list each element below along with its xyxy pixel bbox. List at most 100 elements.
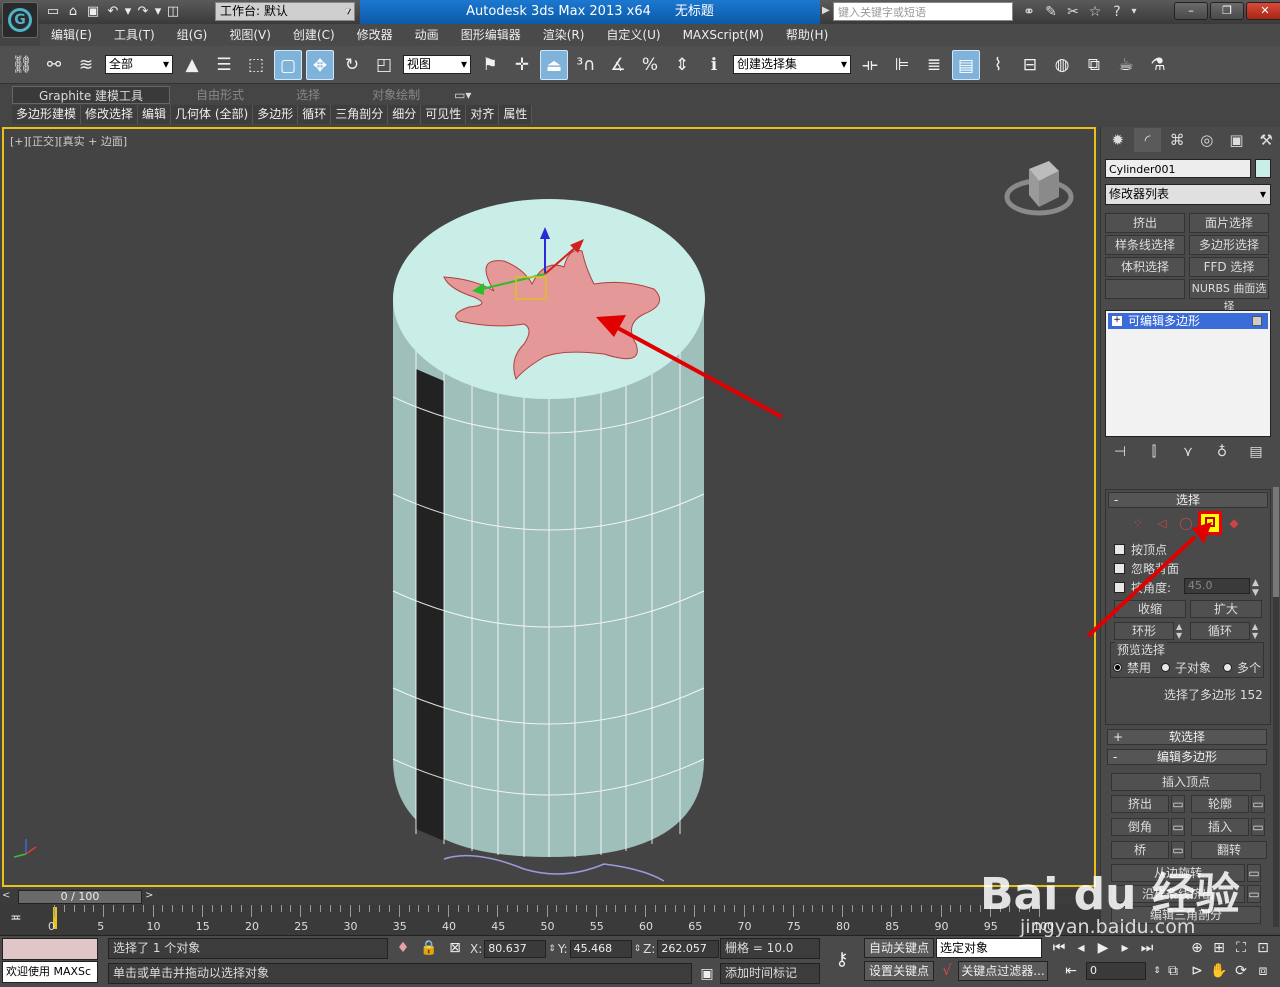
command-panel-scrollbar[interactable] — [1273, 487, 1279, 927]
y-coordinate-field[interactable]: 45.468 — [569, 940, 632, 958]
select-and-scale-icon[interactable]: ◰ — [370, 50, 398, 80]
menu-maxscript[interactable]: MAXScript(M) — [672, 24, 775, 46]
edit-named-selection-icon[interactable]: ℹ — [700, 50, 728, 80]
menu-group[interactable]: 组(G) — [166, 24, 219, 46]
zoom-all-icon[interactable]: ⊞ — [1208, 938, 1230, 958]
menu-create[interactable]: 创建(C) — [282, 24, 346, 46]
menu-edit[interactable]: 编辑(E) — [40, 24, 103, 46]
select-object-icon[interactable]: ▲ — [178, 50, 206, 80]
play-icon[interactable]: ▶ — [1092, 938, 1114, 958]
select-and-rotate-icon[interactable]: ↻ — [338, 50, 366, 80]
soft-selection-rollout-header[interactable]: + 软选择 — [1107, 729, 1267, 745]
snaps-toggle-icon[interactable]: ³∩ — [572, 50, 600, 80]
key-filters-button[interactable]: 关键点过滤器... — [958, 961, 1048, 981]
mirror-icon[interactable]: ⟛ — [856, 50, 884, 80]
help-icon[interactable]: ? — [1106, 2, 1128, 22]
select-and-link-icon[interactable]: ⛓ — [8, 50, 36, 80]
poly-select-button[interactable]: 多边形选择 — [1189, 235, 1269, 255]
window-crossing-icon[interactable]: ▢ — [274, 49, 302, 80]
make-unique-icon[interactable]: ⋎ — [1173, 444, 1203, 460]
schematic-view-icon[interactable]: ⊟ — [1016, 50, 1044, 80]
menu-rendering[interactable]: 渲染(R) — [532, 24, 596, 46]
render-setup-icon[interactable]: ⧉ — [1080, 50, 1108, 80]
bevel-button[interactable]: 倒角 — [1111, 818, 1169, 836]
volume-select-button[interactable]: 体积选择 — [1105, 257, 1185, 277]
bridge-button[interactable]: 桥 — [1111, 841, 1169, 859]
empty-modifier-button[interactable] — [1105, 279, 1185, 299]
extrude-along-spline-button[interactable]: 沿样条线挤出 — [1111, 885, 1245, 903]
prev-frame-icon[interactable]: < — [2, 890, 10, 901]
time-slider-handle[interactable]: 0 / 100 — [18, 890, 142, 904]
isolate-selection-icon[interactable]: ♦ — [392, 938, 414, 958]
perspective-viewport[interactable]: [+][正交][真实 + 边面] — [2, 127, 1096, 887]
tab-freeform[interactable]: 自由形式 — [170, 86, 270, 104]
menu-help[interactable]: 帮助(H) — [775, 24, 839, 46]
previous-frame-icon[interactable]: ◂ — [1070, 938, 1092, 958]
panel-polygons[interactable]: 多边形 — [253, 105, 299, 124]
panel-loops[interactable]: 循环 — [298, 105, 332, 124]
inset-settings-icon[interactable]: ▭ — [1251, 818, 1265, 836]
next-frame-icon[interactable]: > — [145, 890, 153, 901]
preview-subobject-radio[interactable]: 子对象 — [1161, 659, 1211, 676]
close-button[interactable]: ✕ — [1246, 2, 1280, 20]
new-file-icon[interactable]: ▭ — [44, 3, 62, 21]
pivot-center-icon[interactable]: ⚑ — [476, 50, 504, 80]
x-spinner-icon[interactable]: ⇕ — [548, 944, 556, 954]
orbit-icon[interactable]: ⟳ — [1230, 961, 1252, 981]
subscription-icon[interactable]: ✎ — [1040, 2, 1062, 22]
panel-visibility[interactable]: 可见性 — [421, 105, 467, 124]
configure-sets-icon[interactable]: ▤ — [1241, 444, 1271, 460]
panel-polygon-modeling[interactable]: 多边形建模 — [12, 105, 82, 124]
modifier-toggle-icon[interactable] — [1252, 316, 1262, 326]
minimize-button[interactable]: – — [1174, 2, 1208, 20]
ribbon-options-icon[interactable]: ▭▾ — [446, 86, 479, 104]
redo-dropdown-icon[interactable]: ▾ — [154, 3, 162, 21]
insert-vertex-button[interactable]: 插入顶点 — [1111, 773, 1261, 791]
binoculars-icon[interactable]: ⚭ — [1018, 2, 1040, 22]
extrude-button[interactable]: 挤出 — [1111, 795, 1169, 813]
track-bar[interactable]: ≖ 0 5 10 15 20 25 30 35 40 45 50 55 60 65 70 75 80 85 90 95… — [0, 905, 1100, 935]
curve-editor-icon[interactable]: ⌇ — [984, 50, 1012, 80]
preview-off-radio[interactable]: 禁用 — [1113, 659, 1151, 676]
maximize-viewport-icon[interactable]: ⧈ — [1252, 961, 1274, 981]
layer-manager-icon[interactable]: ≣ — [920, 50, 948, 80]
project-folder-icon[interactable]: ◫ — [164, 3, 182, 21]
hinge-from-edge-button[interactable]: 从边旋转 — [1111, 864, 1245, 882]
selection-filter-dropdown[interactable]: 全部 — [105, 55, 173, 74]
selection-rollout-header[interactable]: - 选择 — [1108, 492, 1268, 508]
set-key-mode-icon[interactable]: ⚷ — [828, 950, 856, 970]
unlink-selection-icon[interactable]: ⚯ — [40, 50, 68, 80]
percent-snap-icon[interactable]: % — [636, 50, 664, 80]
tab-selection[interactable]: 选择 — [270, 86, 346, 104]
utilities-tab-icon[interactable]: ⚒ — [1252, 128, 1280, 152]
y-spinner-icon[interactable]: ⇕ — [634, 944, 642, 954]
reference-coordinate-dropdown[interactable]: 视图 — [403, 55, 471, 74]
panel-modify-selection[interactable]: 修改选择 — [81, 105, 139, 124]
ffd-select-button[interactable]: FFD 选择 — [1189, 257, 1269, 277]
absolute-mode-icon[interactable]: ⊠ — [444, 938, 466, 958]
display-tab-icon[interactable]: ▣ — [1223, 128, 1251, 152]
x-coordinate-field[interactable]: 80.637 — [484, 940, 547, 958]
field-of-view-icon[interactable]: ⊳ — [1186, 961, 1208, 981]
edit-triangulation-button[interactable]: 编辑三角剖分 — [1111, 906, 1261, 924]
maxscript-welcome-text[interactable]: 欢迎使用 MAXSc — [2, 961, 98, 983]
angle-spinner-arrows[interactable]: ▲ ▼ — [1252, 578, 1259, 598]
viewcube-icon[interactable] — [1004, 161, 1074, 216]
align-icon[interactable]: ⊫ — [888, 50, 916, 80]
menu-modifiers[interactable]: 修改器 — [346, 24, 404, 46]
loop-spinner-arrows[interactable]: ▲ ▼ — [1252, 622, 1258, 640]
extrude-modifier-button[interactable]: 挤出 — [1105, 213, 1185, 233]
workspace-dropdown[interactable]: 工作台: 默认 — [215, 2, 355, 21]
auto-key-button[interactable]: 自动关键点 — [864, 938, 934, 958]
menu-tools[interactable]: 工具(T) — [103, 24, 166, 46]
help-dropdown-icon[interactable]: ▾ — [1128, 2, 1140, 22]
keyboard-shortcut-override-icon[interactable]: ⏏ — [540, 49, 568, 80]
bridge-settings-icon[interactable]: ▭ — [1171, 841, 1185, 859]
open-file-icon[interactable]: ⌂ — [64, 3, 82, 21]
named-selection-dropdown[interactable]: 创建选择集 — [733, 55, 851, 74]
curve-editor-mini-icon[interactable]: ≖ — [10, 910, 22, 926]
edit-polygons-rollout-header[interactable]: - 编辑多边形 — [1107, 749, 1267, 765]
select-by-name-icon[interactable]: ☰ — [210, 50, 238, 80]
time-tag-icon[interactable]: ▣ — [696, 964, 718, 984]
next-frame-button-icon[interactable]: ▸ — [1114, 938, 1136, 958]
